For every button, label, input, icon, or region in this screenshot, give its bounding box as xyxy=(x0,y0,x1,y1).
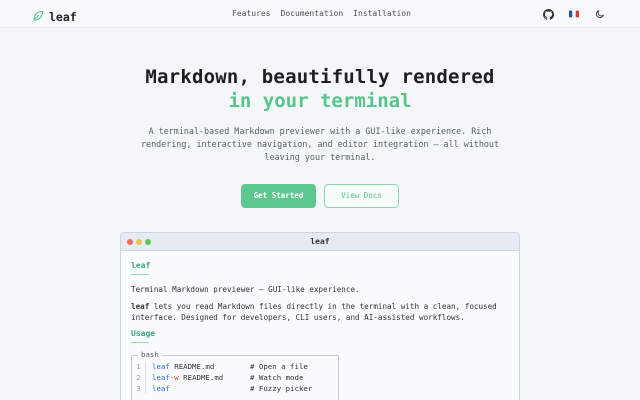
line-number: 2 xyxy=(132,372,146,383)
nav-features[interactable]: Features xyxy=(232,9,271,18)
usage-underline xyxy=(131,342,149,343)
intro-bold: leaf xyxy=(131,302,150,311)
code-command: leaf xyxy=(152,362,170,371)
main-nav: Features Documentation Installation xyxy=(232,9,411,18)
terminal-title: leaf xyxy=(310,237,330,246)
terminal-titlebar: leaf xyxy=(121,233,519,251)
code-comment: # Open a file xyxy=(250,362,308,371)
nav-documentation[interactable]: Documentation xyxy=(281,9,344,18)
moon-icon[interactable] xyxy=(594,8,606,20)
get-started-button[interactable]: Get Started xyxy=(241,184,316,208)
markdown-heading: leaf xyxy=(131,261,151,270)
code-flag: -w xyxy=(169,373,179,382)
logo[interactable]: leaf xyxy=(32,7,77,26)
code-comment: # Fuzzy picker xyxy=(250,384,313,393)
leaf-icon xyxy=(32,7,44,26)
github-icon[interactable] xyxy=(542,8,554,20)
view-docs-button[interactable]: View Docs xyxy=(324,184,399,208)
code-line: 2 leaf -w README.md # Watch mode xyxy=(132,372,338,383)
code-arg: README.md xyxy=(169,362,215,371)
code-line: 1 leaf README.md # Open a file xyxy=(132,361,338,372)
hero-description: A terminal-based Markdown previewer with… xyxy=(141,126,499,162)
intro-text: lets you read Markdown files directly in… xyxy=(131,302,497,322)
france-flag-icon[interactable] xyxy=(568,8,580,20)
code-block: bash 1 leaf README.md # Open a file 2 le… xyxy=(131,350,339,400)
site-header: leaf Features Documentation Installation xyxy=(0,0,640,28)
line-number: 1 xyxy=(132,361,146,372)
terminal-window: leaf leaf Terminal Markdown previewer — … xyxy=(120,232,520,400)
hero-accent-title: in your terminal xyxy=(228,90,412,112)
hero-title: Markdown, beautifully rendered xyxy=(145,66,495,88)
logo-text: leaf xyxy=(49,9,77,24)
terminal-content: leaf Terminal Markdown previewer — GUI-l… xyxy=(121,251,519,400)
usage-heading: Usage xyxy=(131,329,156,338)
code-arg: README.md xyxy=(178,373,224,382)
code-line: 3 leaf # Fuzzy picker xyxy=(132,383,338,394)
line-number: 3 xyxy=(132,383,146,394)
tagline: Terminal Markdown previewer — GUI-like e… xyxy=(131,285,360,294)
code-language-label: bash xyxy=(138,350,162,359)
header-actions xyxy=(542,8,606,20)
nav-installation[interactable]: Installation xyxy=(353,9,411,18)
code-comment: # Watch mode xyxy=(250,373,304,382)
intro-paragraph: leaf lets you read Markdown files direct… xyxy=(131,301,509,323)
code-command: leaf xyxy=(152,373,170,382)
code-command: leaf xyxy=(152,384,170,393)
heading-underline xyxy=(131,274,149,275)
